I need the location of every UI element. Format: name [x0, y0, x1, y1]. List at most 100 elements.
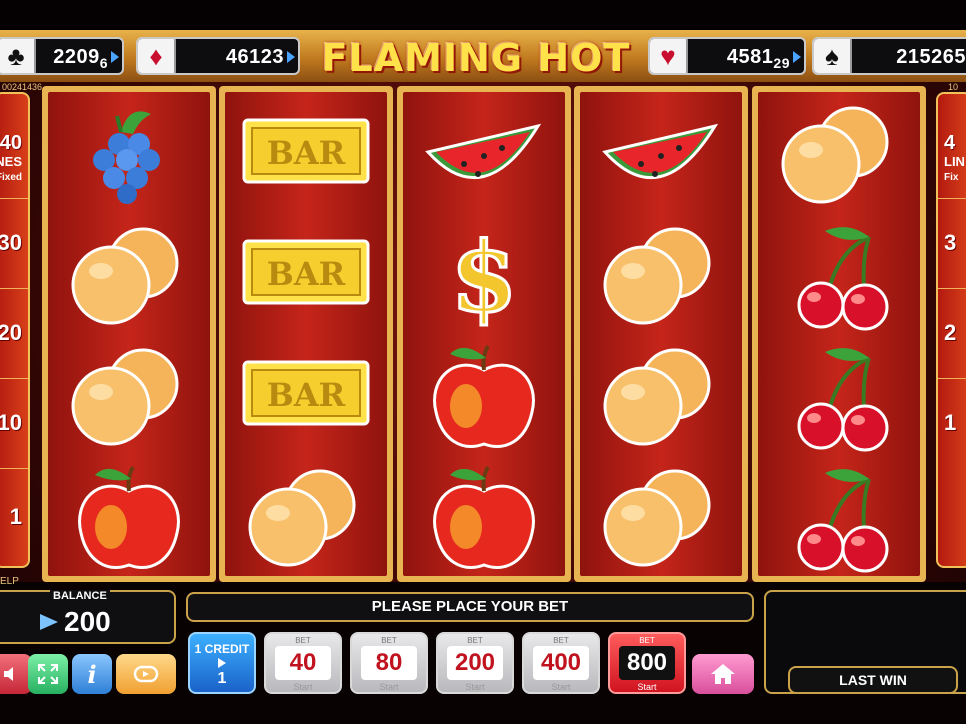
bet-label: BET: [553, 636, 569, 645]
bet-value: 800: [619, 646, 675, 680]
play-arrow-icon: [793, 51, 801, 63]
line-marker: 10: [0, 410, 22, 435]
bet-value: 200: [447, 646, 503, 680]
jackpot-club-value: 2209: [53, 46, 100, 68]
bar-icon: BAR: [225, 334, 387, 455]
start-label: Start: [551, 682, 571, 692]
jackpot-diamond: ♦ 46123: [136, 37, 300, 75]
fixed-label: Fixed: [0, 172, 22, 183]
watermelon-icon: [580, 92, 742, 213]
cherry-icon: [758, 213, 920, 334]
reel-5: [758, 92, 920, 576]
jackpot-club-cents: 6: [99, 55, 108, 71]
balance-value: 200: [64, 606, 111, 637]
line-marker: 1: [944, 410, 957, 435]
autoplay-icon: [133, 665, 159, 683]
diamond-icon: ♦: [138, 39, 176, 73]
game-title: FLAMING HOT: [321, 36, 631, 80]
line-marker: 20: [0, 320, 22, 345]
orange-icon: [580, 334, 742, 455]
reel-4: [580, 92, 742, 576]
lines-count: 40: [0, 132, 22, 154]
start-label: Start: [637, 682, 657, 692]
jackpot-club: ♣ 22096: [0, 37, 124, 75]
credit-value-button[interactable]: 1 CREDIT 1: [188, 632, 256, 694]
bet-80-button[interactable]: BET 80 Start: [350, 632, 428, 694]
reel-2: BAR BAR BAR: [225, 92, 387, 576]
bet-800-button[interactable]: BET 800 Start: [608, 632, 686, 694]
orange-icon: [48, 213, 210, 334]
apple-icon: [403, 455, 565, 576]
speaker-icon: [4, 667, 13, 681]
orange-icon: [48, 334, 210, 455]
cherry-icon: [758, 334, 920, 455]
credit-value: 1: [217, 670, 227, 687]
paylines-panel-right: 4 LIN Fix 3 2 1: [936, 92, 966, 568]
bet-value: 400: [533, 646, 589, 680]
bet-label: BET: [295, 636, 311, 645]
jackpot-spade: ♠ 215265: [812, 37, 966, 75]
bar-icon: BAR: [225, 213, 387, 334]
svg-text:$: $: [451, 221, 518, 333]
reel-3: $: [403, 92, 565, 576]
svg-text:BAR: BAR: [267, 134, 346, 172]
svg-text:BAR: BAR: [267, 376, 346, 414]
autoplay-button[interactable]: [116, 654, 176, 694]
bet-40-button[interactable]: BET 40 Start: [264, 632, 342, 694]
fullscreen-button[interactable]: [28, 654, 68, 694]
lines-label: LINES: [0, 154, 22, 169]
heart-icon: ♥: [650, 39, 688, 73]
fullscreen-icon: [38, 664, 58, 684]
club-icon: ♣: [0, 39, 36, 73]
top-black-bar: [0, 0, 966, 30]
spade-icon: ♠: [814, 39, 852, 73]
play-arrow-icon: [111, 51, 119, 63]
orange-icon: [580, 455, 742, 576]
jackpot-spade-value: 215265: [896, 46, 966, 68]
watermelon-icon: [403, 92, 565, 213]
home-icon: [711, 664, 735, 684]
apple-icon: [48, 455, 210, 576]
grape-icon: [48, 92, 210, 213]
dollar-icon: $: [403, 213, 565, 334]
svg-text:BAR: BAR: [267, 255, 346, 293]
bet-value: 40: [275, 646, 331, 680]
bet-400-button[interactable]: BET 400 Start: [522, 632, 600, 694]
paylines-panel-left: 40 LINES Fixed 30 20 10 1: [0, 92, 30, 568]
jackpot-diamond-value: 46123: [225, 46, 284, 68]
bet-value: 80: [361, 646, 417, 680]
machine-code-left: 00241436: [2, 82, 43, 92]
last-win-label: LAST WIN: [788, 666, 958, 694]
bet-label: BET: [639, 636, 655, 645]
jackpot-heart: ♥ 458129: [648, 37, 806, 75]
line-marker: 1: [9, 504, 22, 529]
play-arrow-icon: [218, 658, 226, 668]
bar-icon: BAR: [225, 92, 387, 213]
fixed-label: Fix: [944, 172, 959, 183]
bet-200-button[interactable]: BET 200 Start: [436, 632, 514, 694]
bet-label: BET: [381, 636, 397, 645]
jackpot-heart-value: 4581: [726, 46, 774, 68]
reel-1: [48, 92, 210, 576]
balance-label: BALANCE: [50, 590, 110, 602]
info-button[interactable]: i: [72, 654, 112, 694]
jackpot-heart-cents: 29: [773, 55, 790, 71]
lines-count: 4: [944, 132, 956, 154]
bet-label: BET: [467, 636, 483, 645]
home-button[interactable]: [692, 654, 754, 694]
credit-label: 1 CREDIT: [194, 642, 250, 656]
start-label: Start: [293, 682, 313, 692]
lines-label: LIN: [944, 154, 965, 169]
balance-display: BALANCE 200: [0, 590, 176, 644]
line-marker: 2: [944, 320, 957, 345]
line-marker: 3: [944, 230, 957, 255]
help-label: ELP: [0, 576, 19, 587]
credit-arrow-icon: [40, 614, 58, 630]
orange-icon: [580, 213, 742, 334]
orange-icon: [758, 92, 920, 213]
cherry-icon: [758, 455, 920, 576]
machine-code-right: 10: [948, 82, 959, 92]
apple-icon: [403, 334, 565, 455]
start-label: Start: [465, 682, 485, 692]
orange-icon: [225, 455, 387, 576]
